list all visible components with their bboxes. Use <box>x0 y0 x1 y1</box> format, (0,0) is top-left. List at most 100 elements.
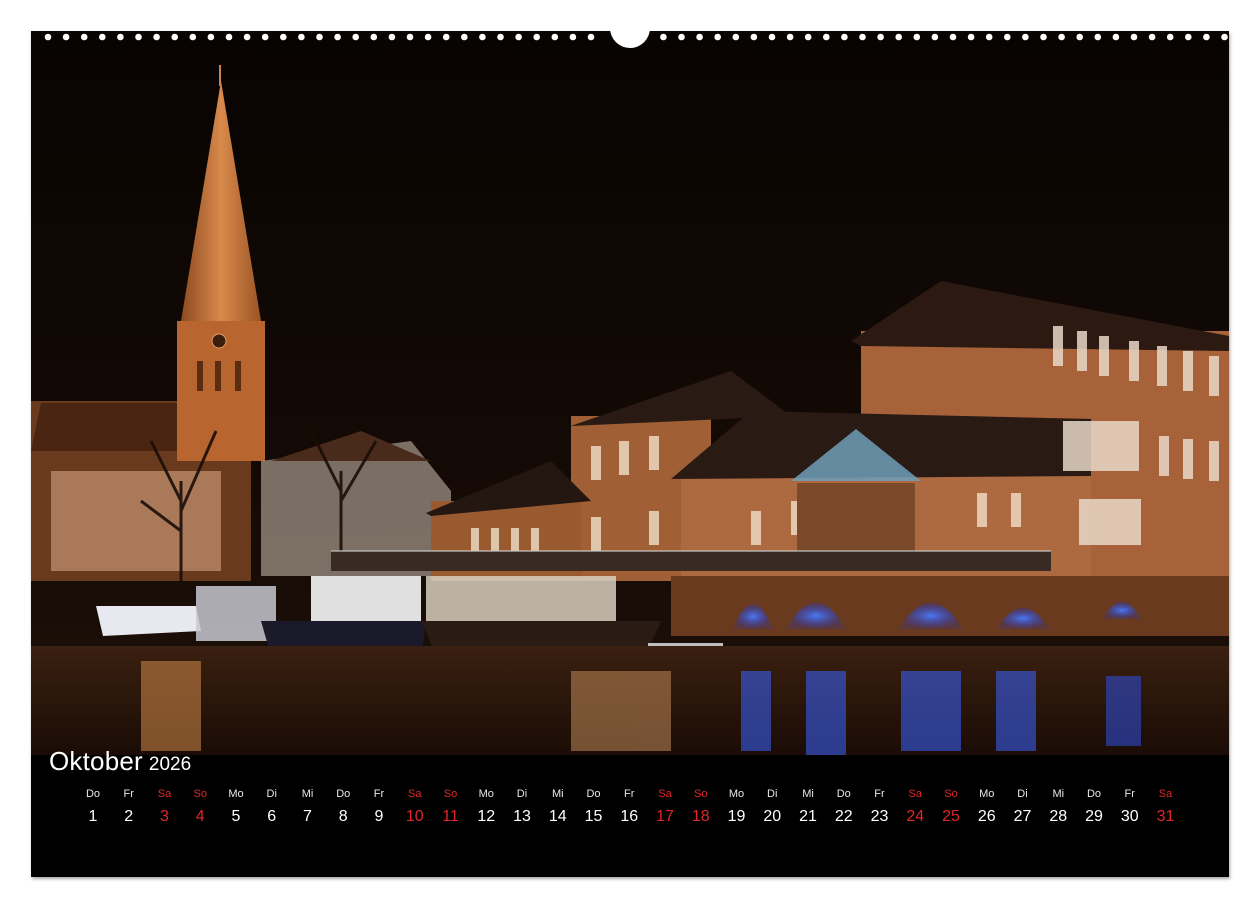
binding-hole <box>804 33 812 41</box>
day-number: 9 <box>374 808 384 825</box>
weekday-label: Fr <box>874 788 885 800</box>
weekday-label: Fr <box>624 788 635 800</box>
day-number: 20 <box>763 808 782 825</box>
binding-hole <box>189 33 197 41</box>
day-number: 26 <box>977 808 996 825</box>
binding-hole <box>1112 33 1120 41</box>
weekday-label: Di <box>516 788 528 800</box>
binding-hole <box>569 33 577 41</box>
binding-hole <box>1040 33 1047 41</box>
day-number: 19 <box>727 808 746 825</box>
day-number: 29 <box>1085 808 1103 825</box>
weekday-label: Fr <box>1124 788 1135 800</box>
weekday-label: Mo <box>228 788 244 800</box>
binding-hole <box>261 33 269 41</box>
binding-hole <box>714 33 721 41</box>
weekday-label: Sa <box>1158 788 1173 800</box>
binding-hole <box>1148 33 1156 41</box>
binding-hole <box>1094 33 1102 41</box>
binding-hole <box>334 33 341 41</box>
binding-hole <box>424 33 432 41</box>
day-number: 2 <box>124 808 134 825</box>
binding-hole <box>1004 33 1011 41</box>
binding-hole <box>99 33 106 41</box>
day-number: 5 <box>231 808 241 825</box>
binding-hole <box>1076 33 1083 41</box>
weekday-label: Mi <box>1052 788 1065 800</box>
day-number: 4 <box>195 808 205 825</box>
binding-hole <box>949 33 957 41</box>
binding-hole <box>80 33 88 41</box>
weekday-label: Di <box>1017 788 1028 800</box>
day-number: 1 <box>88 808 98 825</box>
day-number: 27 <box>1013 808 1032 825</box>
weekday-label: Sa <box>908 788 922 800</box>
binding-hole <box>1185 33 1192 41</box>
day-number: 16 <box>620 808 639 825</box>
binding-hole <box>243 33 251 41</box>
weekday-label: Mi <box>551 788 564 800</box>
weekday-label: Do <box>586 788 601 800</box>
month-title: Oktober 2026 <box>49 746 191 777</box>
weekday-label: Fr <box>123 788 134 800</box>
weekday-label: So <box>193 788 207 800</box>
binding-hole <box>497 33 504 41</box>
binding-hole <box>44 33 52 41</box>
binding-hole <box>515 33 522 41</box>
weekday-label: Do <box>85 788 101 800</box>
day-number: 12 <box>477 808 496 825</box>
binding-hole <box>750 33 758 41</box>
year: 2026 <box>148 754 192 775</box>
binding-hole <box>786 33 794 41</box>
binding-hole <box>461 33 468 41</box>
binding-hole <box>551 33 559 41</box>
binding-hole <box>153 33 160 41</box>
binding-hole <box>388 33 396 41</box>
day-number: 11 <box>442 808 459 825</box>
binding-hole <box>823 33 830 41</box>
weekday-label: Do <box>1086 788 1102 800</box>
binding-hole <box>678 33 685 41</box>
weekday-label: Di <box>767 788 778 800</box>
binding-hole <box>967 33 975 41</box>
weekday-label: Sa <box>408 788 422 800</box>
binding-hole <box>62 33 70 41</box>
weekday-label: Mo <box>478 788 494 800</box>
binding-hole <box>225 33 233 41</box>
binding-hole <box>931 33 939 41</box>
weekday-label: Do <box>336 788 351 800</box>
binding-hole <box>298 33 305 41</box>
binding-hole <box>877 33 884 41</box>
binding-hole <box>479 33 486 41</box>
binding-hole <box>352 33 360 41</box>
day-number: 28 <box>1049 808 1068 825</box>
weekday-label: Sa <box>658 788 672 800</box>
binding-hole <box>280 33 287 41</box>
binding-hole <box>1221 33 1228 41</box>
night-harbor-photo <box>31 31 1229 755</box>
day-number: 30 <box>1120 808 1139 825</box>
binding-hole <box>587 33 595 41</box>
day-number: 7 <box>303 808 312 825</box>
weekday-label: Mi <box>802 788 814 800</box>
weekday-label: Di <box>266 788 277 800</box>
weekday-label: Mi <box>301 788 314 800</box>
day-number: 23 <box>870 808 889 825</box>
binding-hole <box>732 33 740 41</box>
binding-hole <box>135 33 142 41</box>
day-number: 17 <box>656 808 674 825</box>
day-number: 31 <box>1156 808 1175 825</box>
weekday-label: So <box>694 788 708 800</box>
day-number: 14 <box>548 808 567 825</box>
binding-hole <box>1130 33 1138 41</box>
binding-hole <box>985 33 993 41</box>
day-number: 3 <box>160 808 169 825</box>
day-number: 6 <box>267 808 277 825</box>
binding-hole <box>660 33 667 41</box>
day-number: 24 <box>906 808 925 825</box>
day-number: 22 <box>834 808 853 825</box>
day-number: 10 <box>405 808 424 825</box>
weekday-label: Mo <box>728 788 745 800</box>
day-number: 8 <box>338 808 348 825</box>
month-name: Oktober <box>49 746 143 776</box>
